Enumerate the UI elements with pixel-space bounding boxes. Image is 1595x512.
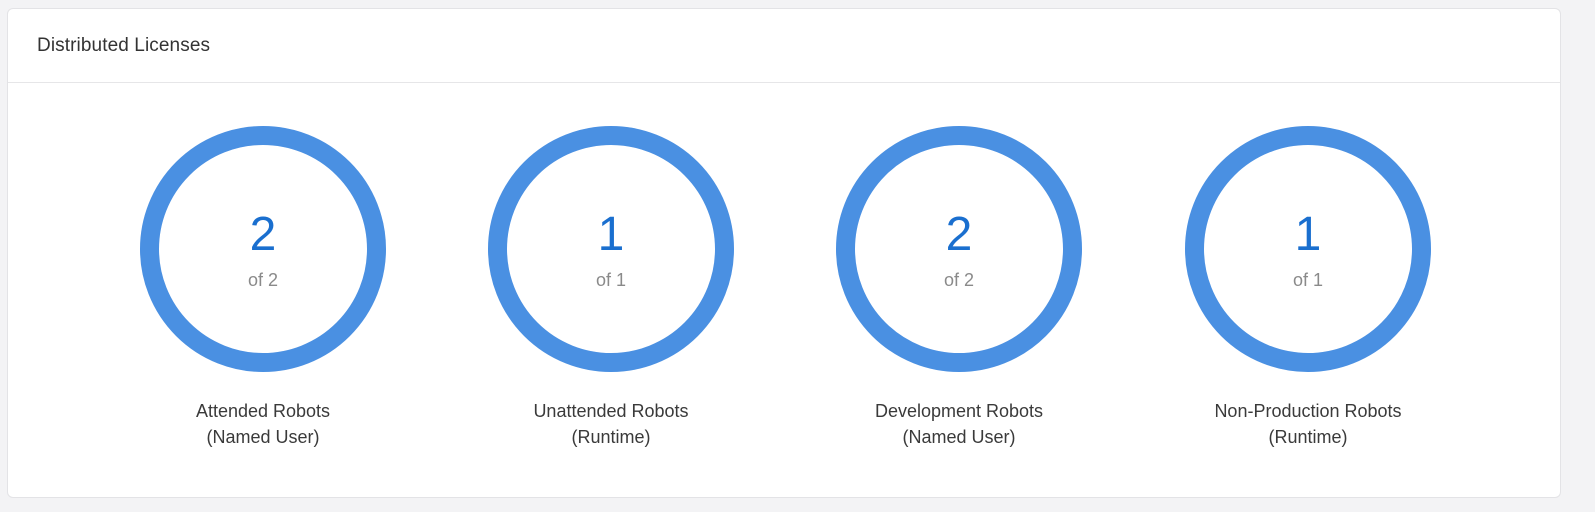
- gauge-label-line2: (Runtime): [1268, 427, 1348, 447]
- gauge-label: Attended Robots (Named User): [196, 398, 330, 450]
- license-count: 1: [1294, 208, 1322, 261]
- gauge-label: Unattended Robots (Runtime): [533, 398, 688, 450]
- gauge-ring: 2 of 2: [139, 125, 387, 373]
- gauge-unattended-robots: 1 of 1 Unattended Robots (Runtime): [487, 125, 735, 450]
- gauge-non-production-robots: 1 of 1 Non-Production Robots (Runtime): [1184, 125, 1432, 450]
- gauge-label-line2: (Runtime): [571, 427, 651, 447]
- gauge-ring: 2 of 2: [835, 125, 1083, 373]
- panel-title: Distributed Licenses: [37, 34, 211, 56]
- gauge-ring: 1 of 1: [487, 125, 735, 373]
- gauge-ring: 1 of 1: [1184, 125, 1432, 373]
- license-count: 1: [597, 208, 625, 261]
- gauge-label: Development Robots (Named User): [875, 398, 1043, 450]
- gauge-label-line1: Unattended Robots: [533, 401, 689, 421]
- gauge-label-line2: (Named User): [902, 427, 1016, 447]
- license-total: of 1: [1292, 270, 1324, 290]
- license-total: of 2: [247, 270, 279, 290]
- license-total: of 1: [595, 270, 627, 290]
- gauge-development-robots: 2 of 2 Development Robots (Named User): [835, 125, 1083, 450]
- gauge-label-line2: (Named User): [206, 427, 320, 447]
- gauge-label-line1: Attended Robots: [195, 401, 331, 421]
- gauge-label: Non-Production Robots (Runtime): [1214, 398, 1401, 450]
- gauge-label-line1: Development Robots: [874, 401, 1044, 421]
- license-total: of 2: [943, 270, 975, 290]
- distributed-licenses-panel: Distributed Licenses 2 of 2 Attended Rob…: [7, 8, 1561, 498]
- license-count: 2: [945, 208, 973, 261]
- license-count: 2: [249, 208, 277, 261]
- gauge-label-line1: Non-Production Robots: [1214, 401, 1402, 421]
- gauge-attended-robots: 2 of 2 Attended Robots (Named User): [139, 125, 387, 450]
- panel-header: Distributed Licenses: [8, 9, 1560, 83]
